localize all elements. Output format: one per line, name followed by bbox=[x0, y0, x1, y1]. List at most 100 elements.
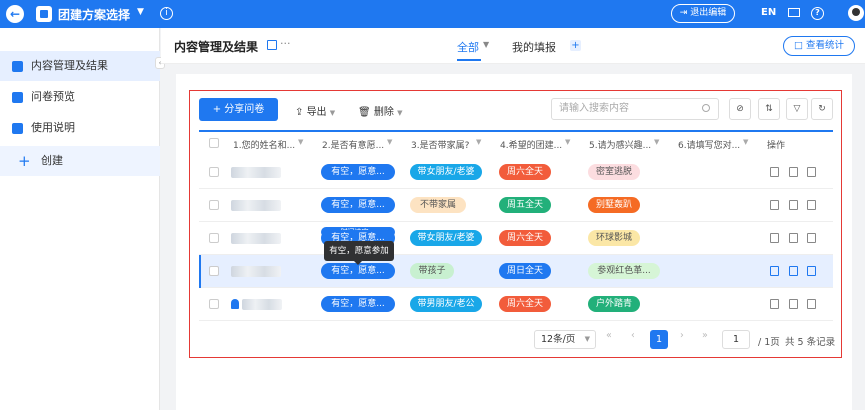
column-header[interactable]: 3.是否带家属? bbox=[411, 138, 469, 151]
chevron-down-icon[interactable]: ▼ bbox=[137, 7, 144, 17]
create-button[interactable]: + 创建 bbox=[0, 146, 160, 176]
chevron-down-icon: ▼ bbox=[397, 109, 403, 117]
trash-icon[interactable] bbox=[807, 299, 816, 309]
edit-icon[interactable] bbox=[789, 167, 798, 177]
chevron-down-icon[interactable]: ▼ bbox=[476, 138, 481, 146]
row-checkbox[interactable] bbox=[209, 167, 219, 177]
trash-icon[interactable] bbox=[807, 266, 816, 276]
column-header[interactable]: 6.请填写您对... bbox=[678, 138, 740, 151]
column-header[interactable]: 5.请为感兴趣... bbox=[589, 138, 651, 151]
add-tab-button[interactable]: + bbox=[570, 40, 581, 51]
answer-tag[interactable]: 户外踏青 bbox=[588, 296, 640, 312]
chevron-down-icon: ▼ bbox=[584, 335, 590, 343]
answer-tag[interactable]: 带男朋友/老公 bbox=[410, 296, 482, 312]
edit-icon[interactable] bbox=[789, 299, 798, 309]
answer-tag[interactable]: 不带家属 bbox=[410, 197, 466, 213]
table-row[interactable]: 有空，愿意... 带女朋友/老婆 周六全天 密室逃脱 bbox=[199, 156, 833, 189]
view-stats-button[interactable]: □ 查看统计 bbox=[783, 36, 855, 56]
exit-edit-button[interactable]: ⇥ 退出编辑 bbox=[671, 4, 735, 23]
table-row[interactable]: 有空，愿意... 不带家属 周五全天 别墅轰趴 bbox=[199, 189, 833, 222]
avatar[interactable] bbox=[848, 5, 864, 21]
chevron-down-icon[interactable]: ▼ bbox=[387, 138, 392, 146]
sidebar-item-label: 使用说明 bbox=[31, 121, 75, 134]
answer-tag[interactable]: 有空，愿意... bbox=[321, 197, 395, 213]
edit-icon[interactable] bbox=[789, 200, 798, 210]
mail-icon[interactable] bbox=[788, 8, 800, 17]
row-checkbox[interactable] bbox=[209, 233, 219, 243]
answer-tag[interactable]: 周六全天 bbox=[499, 164, 551, 180]
table-row[interactable]: 有空，愿意... 带男朋友/老公 周六全天 户外踏青 bbox=[199, 288, 833, 321]
last-page-icon[interactable]: » bbox=[702, 330, 708, 341]
sort-icon[interactable]: ⇅ bbox=[758, 98, 780, 120]
language-toggle[interactable]: EN bbox=[761, 7, 776, 18]
page-size-select[interactable]: 12条/页 ▼ bbox=[534, 330, 596, 349]
hide-columns-icon[interactable]: ⊘ bbox=[729, 98, 751, 120]
app-title[interactable]: 团建方案选择 bbox=[58, 6, 130, 23]
answer-tag[interactable]: 周六全天 bbox=[499, 230, 551, 246]
answer-tag[interactable]: 带孩子 bbox=[410, 263, 454, 279]
sidebar-item-instructions[interactable]: 使用说明 bbox=[0, 113, 160, 143]
column-header[interactable]: 4.希望的团建... bbox=[500, 138, 562, 151]
chevron-down-icon[interactable]: ▼ bbox=[565, 138, 570, 146]
answer-tag[interactable]: 别墅轰趴 bbox=[588, 197, 640, 213]
tab-my-submissions[interactable]: 我的填报 bbox=[512, 39, 556, 55]
page-jump-input[interactable]: 1 bbox=[722, 330, 750, 349]
prev-page-icon[interactable]: ‹ bbox=[631, 330, 635, 341]
answer-tag[interactable]: 有空，愿意... bbox=[321, 164, 395, 180]
current-page[interactable]: 1 bbox=[650, 330, 668, 349]
chevron-down-icon[interactable]: ▼ bbox=[483, 40, 489, 49]
trash-icon[interactable] bbox=[807, 233, 816, 243]
back-arrow-icon[interactable]: ← bbox=[6, 5, 24, 23]
blurred-name bbox=[231, 167, 281, 178]
table-row[interactable]: 时间冲突... 有空，愿意... 带女朋友/老婆 周六全天 环球影城 bbox=[199, 222, 833, 255]
answer-tag[interactable]: 环球影城 bbox=[588, 230, 640, 246]
edit-icon[interactable] bbox=[267, 40, 277, 50]
view-stats-label: 查看统计 bbox=[805, 40, 844, 51]
row-checkbox[interactable] bbox=[209, 200, 219, 210]
delete-button[interactable]: 🗑 删除 ▼ bbox=[358, 103, 402, 118]
answer-tag[interactable]: 带女朋友/老婆 bbox=[410, 164, 482, 180]
refresh-icon[interactable]: ↻ bbox=[811, 98, 833, 120]
view-icon[interactable] bbox=[770, 167, 779, 177]
sidebar-item-label: 问卷预览 bbox=[31, 90, 75, 103]
view-icon[interactable] bbox=[770, 299, 779, 309]
more-icon[interactable]: ··· bbox=[280, 37, 291, 50]
view-icon[interactable] bbox=[770, 233, 779, 243]
search-input[interactable]: 请输入搜索内容 bbox=[551, 98, 719, 120]
trash-icon[interactable] bbox=[807, 167, 816, 177]
edit-icon[interactable] bbox=[789, 233, 798, 243]
total-records: 共 5 条记录 bbox=[785, 337, 836, 348]
select-all-checkbox[interactable] bbox=[209, 138, 219, 148]
info-icon[interactable]: i bbox=[160, 7, 173, 20]
view-icon[interactable] bbox=[770, 200, 779, 210]
answer-tag[interactable]: 有空，愿意... bbox=[321, 296, 395, 312]
export-button[interactable]: ⇪ 导出 ▼ bbox=[295, 103, 335, 118]
filter-icon[interactable]: ▽ bbox=[786, 98, 808, 120]
sidebar-item-content-management[interactable]: 内容管理及结果 bbox=[0, 51, 160, 81]
answer-tag[interactable]: 参观红色革... bbox=[588, 263, 660, 279]
chevron-down-icon: ▼ bbox=[329, 109, 336, 117]
help-icon[interactable]: ? bbox=[811, 7, 824, 20]
answer-tag[interactable]: 密室逃脱 bbox=[588, 164, 640, 180]
row-checkbox[interactable] bbox=[209, 299, 219, 309]
plus-icon: + bbox=[18, 152, 31, 170]
sidebar-item-preview[interactable]: 问卷预览 bbox=[0, 82, 160, 112]
share-survey-button[interactable]: + 分享问卷 bbox=[199, 98, 278, 121]
row-checkbox[interactable] bbox=[209, 266, 219, 276]
trash-icon[interactable] bbox=[807, 200, 816, 210]
answer-tag[interactable]: 周五全天 bbox=[499, 197, 551, 213]
answer-tag[interactable]: 周日全天 bbox=[499, 263, 551, 279]
view-icon[interactable] bbox=[770, 266, 779, 276]
answer-tag[interactable]: 周六全天 bbox=[499, 296, 551, 312]
tab-all[interactable]: 全部 bbox=[457, 39, 479, 55]
first-page-icon[interactable]: « bbox=[606, 330, 612, 341]
chevron-down-icon[interactable]: ▼ bbox=[298, 138, 303, 146]
column-header[interactable]: 1.您的姓名和... bbox=[233, 138, 295, 151]
next-page-icon[interactable]: › bbox=[680, 330, 684, 341]
answer-tag[interactable]: 带女朋友/老婆 bbox=[410, 230, 482, 246]
chevron-down-icon[interactable]: ▼ bbox=[743, 138, 748, 146]
edit-icon[interactable] bbox=[789, 266, 798, 276]
chevron-down-icon[interactable]: ▼ bbox=[654, 138, 659, 146]
column-header[interactable]: 2.是否有意愿... bbox=[322, 138, 384, 151]
table-row-highlighted[interactable]: 有空，愿意... 带孩子 周日全天 参观红色革... bbox=[199, 255, 833, 288]
